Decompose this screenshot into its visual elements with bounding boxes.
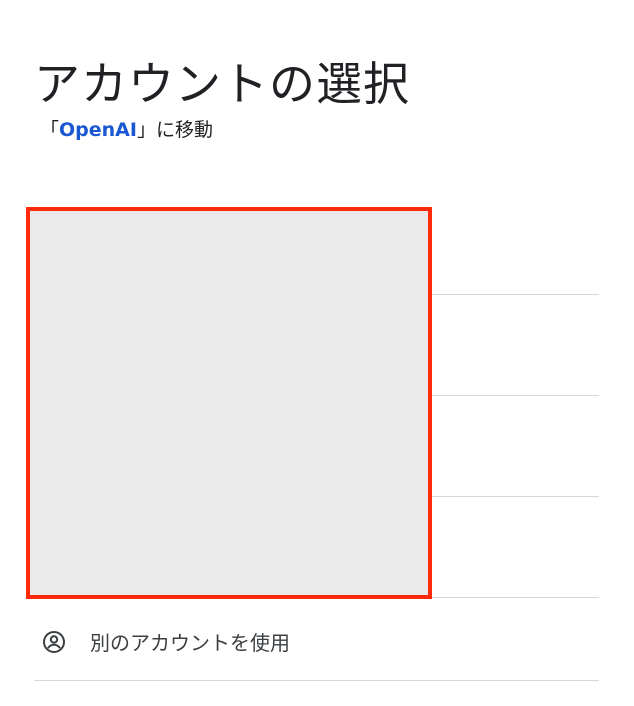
subtitle-suffix: 」に移動 bbox=[136, 119, 213, 141]
continue-to-app-text: 「OpenAI」に移動 bbox=[40, 116, 213, 144]
subtitle-prefix: 「 bbox=[40, 119, 60, 141]
use-another-account-label: 別のアカウントを使用 bbox=[90, 631, 290, 655]
page-title: アカウントの選択 bbox=[34, 56, 410, 111]
app-name-link[interactable]: OpenAI bbox=[59, 119, 137, 141]
use-another-account-button[interactable]: 別のアカウントを使用 bbox=[34, 603, 599, 681]
account-circle-icon bbox=[40, 628, 68, 656]
redacted-account-area bbox=[26, 207, 432, 599]
